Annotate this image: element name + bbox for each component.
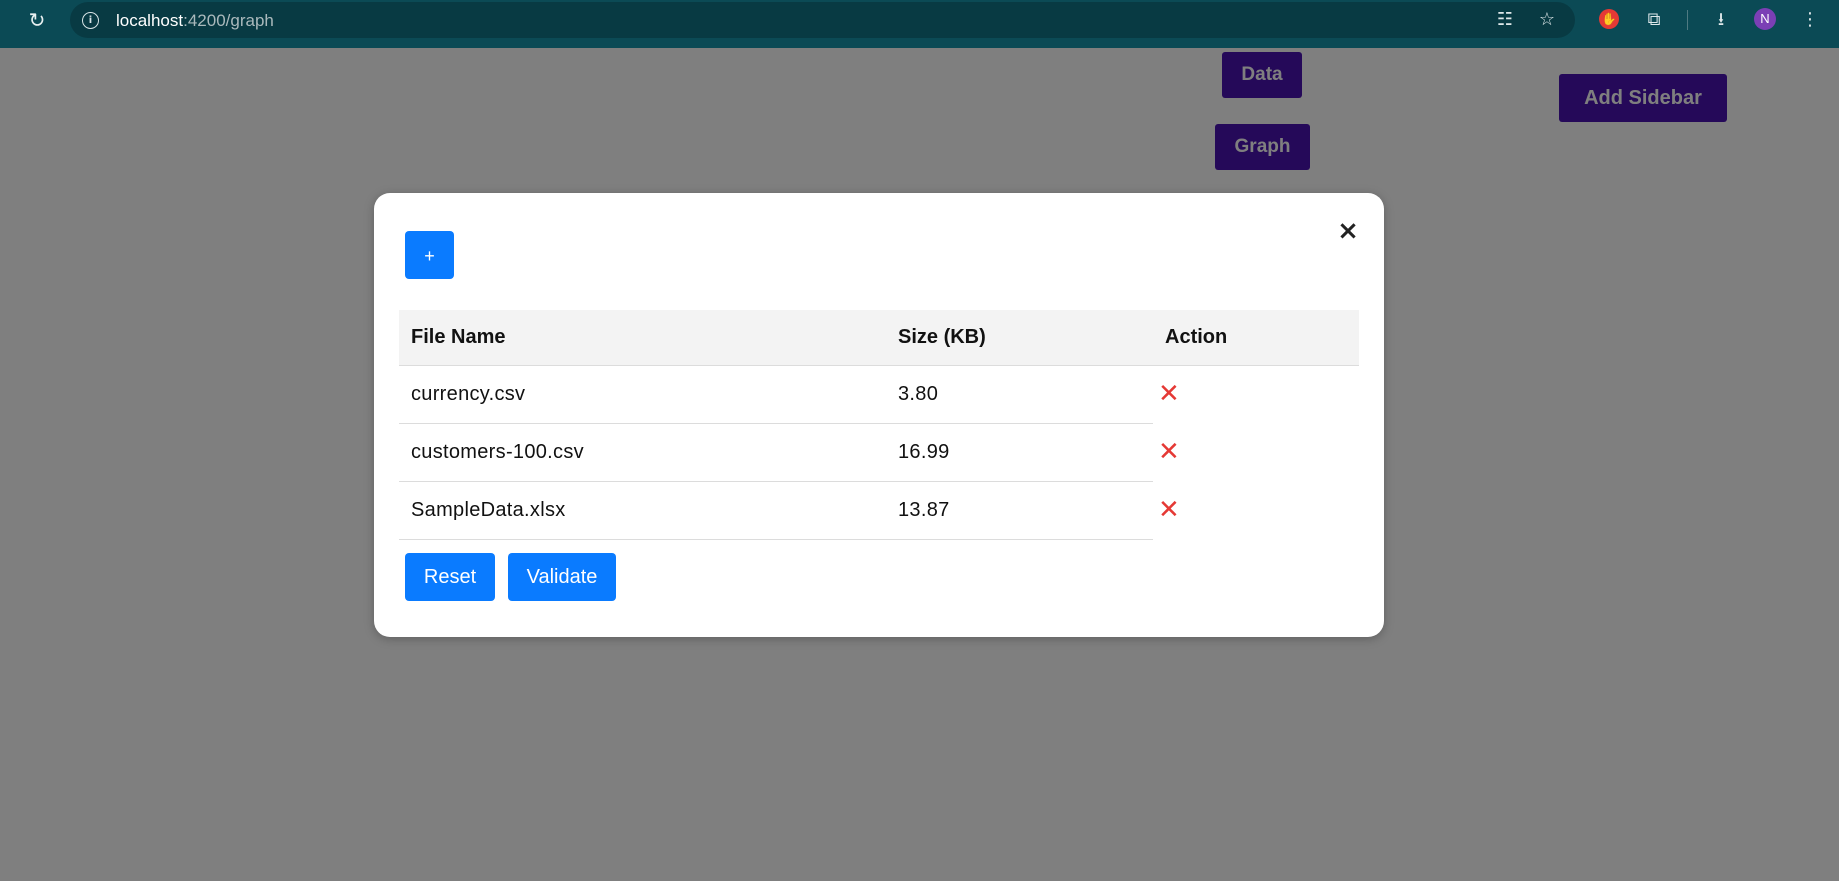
validate-button[interactable]: Validate bbox=[508, 553, 616, 601]
info-icon[interactable]: i bbox=[82, 12, 99, 29]
action-cell: ✕ bbox=[1153, 366, 1359, 424]
file-name-cell: currency.csv bbox=[399, 365, 886, 424]
header-action: Action bbox=[1153, 310, 1359, 366]
delete-icon[interactable]: ✕ bbox=[1158, 497, 1180, 523]
action-cell: ✕ bbox=[1153, 482, 1359, 540]
table-header-row: File Name Size (KB) Action bbox=[399, 310, 1359, 366]
file-upload-modal: × + File Name Size (KB) Action currency.… bbox=[374, 193, 1384, 637]
file-size-cell: 3.80 bbox=[886, 365, 1153, 424]
file-name-cell: customers-100.csv bbox=[399, 423, 886, 482]
address-bar[interactable]: i localhost:4200/graph ☷ ☆ bbox=[70, 2, 1575, 38]
star-icon[interactable]: ☆ bbox=[1535, 8, 1559, 32]
reset-button[interactable]: Reset bbox=[405, 553, 495, 601]
file-size-cell: 13.87 bbox=[886, 481, 1153, 540]
table-row: currency.csv 3.80 ✕ bbox=[399, 365, 1359, 424]
extensions-icon[interactable]: ⧉ bbox=[1642, 8, 1666, 32]
table-row: SampleData.xlsx 13.87 ✕ bbox=[399, 481, 1359, 540]
menu-icon[interactable]: ⋮ bbox=[1798, 8, 1822, 32]
header-file-name: File Name bbox=[399, 310, 886, 366]
header-size: Size (KB) bbox=[886, 310, 1153, 366]
file-table: File Name Size (KB) Action currency.csv … bbox=[399, 310, 1359, 540]
delete-icon[interactable]: ✕ bbox=[1158, 381, 1180, 407]
file-name-cell: SampleData.xlsx bbox=[399, 481, 886, 540]
url-text[interactable]: localhost:4200/graph bbox=[116, 11, 274, 31]
url-host: localhost bbox=[116, 11, 184, 30]
download-icon[interactable]: ⭳ bbox=[1709, 8, 1733, 32]
reload-icon[interactable]: ↻ bbox=[26, 10, 48, 32]
file-size-cell: 16.99 bbox=[886, 423, 1153, 482]
toolbar-divider bbox=[1687, 10, 1688, 30]
add-file-button[interactable]: + bbox=[405, 231, 454, 279]
url-path: :4200/graph bbox=[183, 11, 274, 30]
table-row: customers-100.csv 16.99 ✕ bbox=[399, 423, 1359, 482]
action-cell: ✕ bbox=[1153, 424, 1359, 482]
delete-icon[interactable]: ✕ bbox=[1158, 439, 1180, 465]
browser-toolbar: ↻ i localhost:4200/graph ☷ ☆ ✋ ⧉ ⭳ N ⋮ bbox=[0, 0, 1839, 48]
adblock-icon[interactable]: ✋ bbox=[1599, 9, 1619, 29]
close-icon[interactable]: × bbox=[1336, 218, 1360, 244]
avatar[interactable]: N bbox=[1754, 8, 1776, 30]
modal-backdrop[interactable]: × + File Name Size (KB) Action currency.… bbox=[0, 48, 1839, 881]
translate-icon[interactable]: ☷ bbox=[1493, 8, 1517, 32]
